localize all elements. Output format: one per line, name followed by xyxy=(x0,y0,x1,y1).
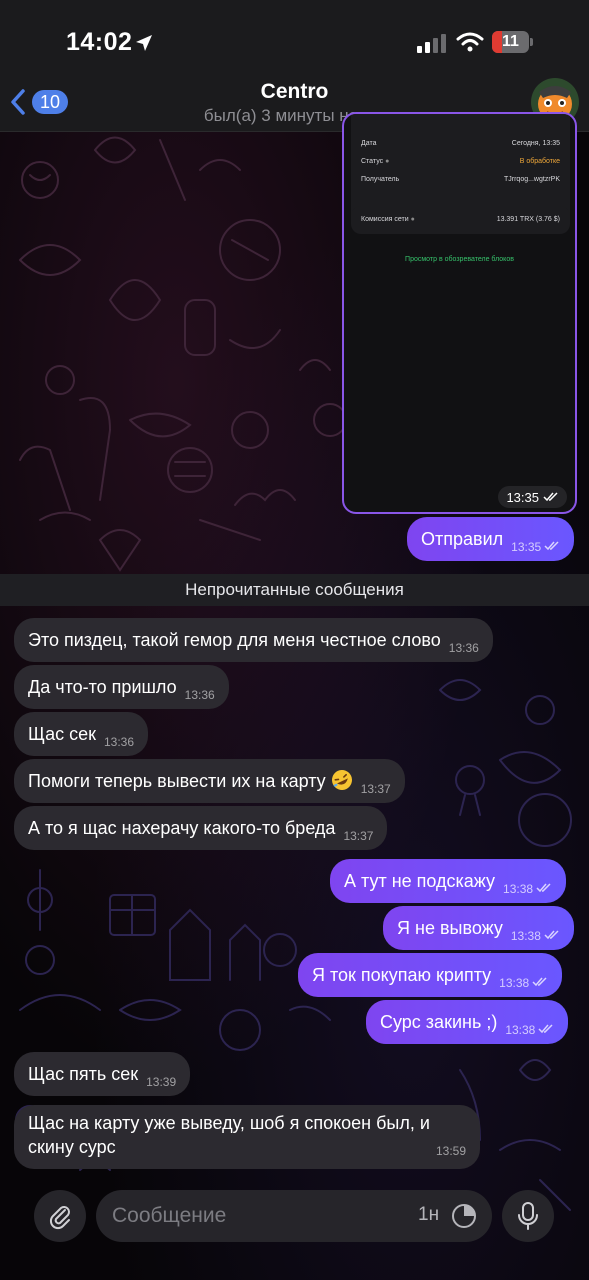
message-bubble-outgoing[interactable]: Отправил 13:35 xyxy=(407,517,575,561)
explorer-link: Просмотр в обозревателе блоков xyxy=(405,256,514,263)
composer-bar: 1н xyxy=(0,1180,589,1280)
message-text: Я ток покупаю крипту xyxy=(312,965,492,985)
message-text: Щас пять сек xyxy=(28,1064,139,1084)
message-input[interactable] xyxy=(112,1190,402,1242)
attach-button[interactable] xyxy=(34,1190,86,1242)
message-bubble-incoming[interactable]: Щас на карту уже выведу, шоб я спокоен б… xyxy=(14,1105,480,1169)
status-time: 14:02 xyxy=(66,28,133,56)
message-bubble-outgoing[interactable]: Сурс закинь ;) 13:38 xyxy=(366,1000,569,1044)
date-value: Сегодня, 13:35 xyxy=(511,140,560,147)
message-time: 13:36 xyxy=(103,735,135,749)
message-text: Я не вывожу xyxy=(397,918,503,938)
double-check-icon xyxy=(532,977,547,987)
message-text-line: скину сурс xyxy=(28,1137,116,1157)
recipient-value: TJrrqog...wgtzrPK xyxy=(503,176,560,183)
image-timestamp: 13:35 xyxy=(498,486,567,508)
back-button[interactable]: 10 xyxy=(8,86,72,118)
message-time: 13:36 xyxy=(448,641,479,655)
message-text: А то я щас нахерачу какого-то бреда xyxy=(28,818,336,838)
signal-icon xyxy=(417,34,446,53)
rofl-emoji-icon xyxy=(331,770,352,790)
message-meta: 13:38 xyxy=(503,877,552,901)
wifi-icon xyxy=(456,32,484,52)
fee-card: Комиссия сети ● 13.391 TRX (3.76 $) xyxy=(351,206,570,234)
message-bubble-outgoing[interactable]: А тут не подскажу 13:38 xyxy=(330,859,567,903)
status-bar: 14:02 11 xyxy=(0,0,589,80)
message-time: 13:59 xyxy=(435,1144,466,1158)
image-message[interactable]: Дата Сегодня, 13:35 Статус ● В обработке… xyxy=(342,112,577,514)
double-check-icon xyxy=(543,492,558,502)
location-arrow-icon xyxy=(136,35,152,51)
message-meta: 13:38 xyxy=(505,1018,554,1042)
message-input-field[interactable]: 1н xyxy=(96,1190,492,1242)
message-text: Это пиздец, такой гемор для меня честное… xyxy=(28,630,441,650)
auto-delete-label[interactable]: 1н xyxy=(418,1204,439,1226)
message-time: 13:39 xyxy=(146,1075,177,1089)
chat-title[interactable]: Centro xyxy=(0,80,589,104)
message-text: Отправил xyxy=(421,529,504,549)
message-bubble-incoming[interactable]: Это пиздец, такой гемор для меня честное… xyxy=(14,618,493,662)
chevron-left-icon xyxy=(11,89,25,115)
double-check-icon xyxy=(536,883,551,893)
double-check-icon xyxy=(538,1024,553,1034)
message-text: Щас сек xyxy=(28,724,96,744)
message-bubble-incoming[interactable]: Щас пять сек 13:39 xyxy=(14,1052,191,1096)
attach-icon xyxy=(49,1206,70,1230)
message-bubble-incoming[interactable]: Помоги теперь вывести их на карту 13:37 xyxy=(14,759,405,803)
message-text: Помоги теперь вывести их на карту xyxy=(28,771,326,791)
unread-count-badge: 10 xyxy=(32,90,69,114)
fee-label: Комиссия сети ● xyxy=(361,216,415,223)
message-time: 13:37 xyxy=(360,782,391,796)
status-value: В обработке xyxy=(519,158,560,165)
message-text: Сурс закинь ;) xyxy=(380,1012,498,1032)
message-text: Да что-то пришло xyxy=(28,677,177,697)
double-check-icon xyxy=(544,930,559,940)
fee-value: 13.391 TRX (3.76 $) xyxy=(496,216,560,223)
message-text-line: Щас на карту уже выведу, шоб я спокоен б… xyxy=(28,1113,430,1133)
battery-icon: 11 xyxy=(492,31,534,53)
message-meta: 13:35 xyxy=(511,535,560,559)
battery-level: 11 xyxy=(502,33,519,50)
unread-divider: Непрочитанные сообщения xyxy=(0,574,589,606)
message-text: А тут не подскажу xyxy=(344,871,496,891)
message-bubble-incoming[interactable]: А то я щас нахерачу какого-то бреда 13:37 xyxy=(14,806,388,850)
recipient-label: Получатель xyxy=(361,176,400,183)
microphone-button[interactable] xyxy=(502,1190,554,1242)
message-time: 13:36 xyxy=(184,688,215,702)
message-bubble-incoming[interactable]: Щас сек 13:36 xyxy=(14,712,149,756)
timer-icon[interactable] xyxy=(450,1202,478,1230)
status-label: Статус ● xyxy=(361,158,390,165)
double-check-icon xyxy=(544,541,559,551)
message-meta: 13:38 xyxy=(511,924,560,948)
message-bubble-outgoing[interactable]: Я не вывожу 13:38 xyxy=(383,906,574,950)
message-time: 13:37 xyxy=(343,829,374,843)
microphone-icon xyxy=(518,1202,538,1230)
message-bubble-outgoing[interactable]: Я ток покупаю крипту 13:38 xyxy=(298,953,563,997)
message-meta: 13:38 xyxy=(499,971,548,995)
message-bubble-incoming[interactable]: Да что-то пришло 13:36 xyxy=(14,665,229,709)
date-label: Дата xyxy=(361,140,377,147)
